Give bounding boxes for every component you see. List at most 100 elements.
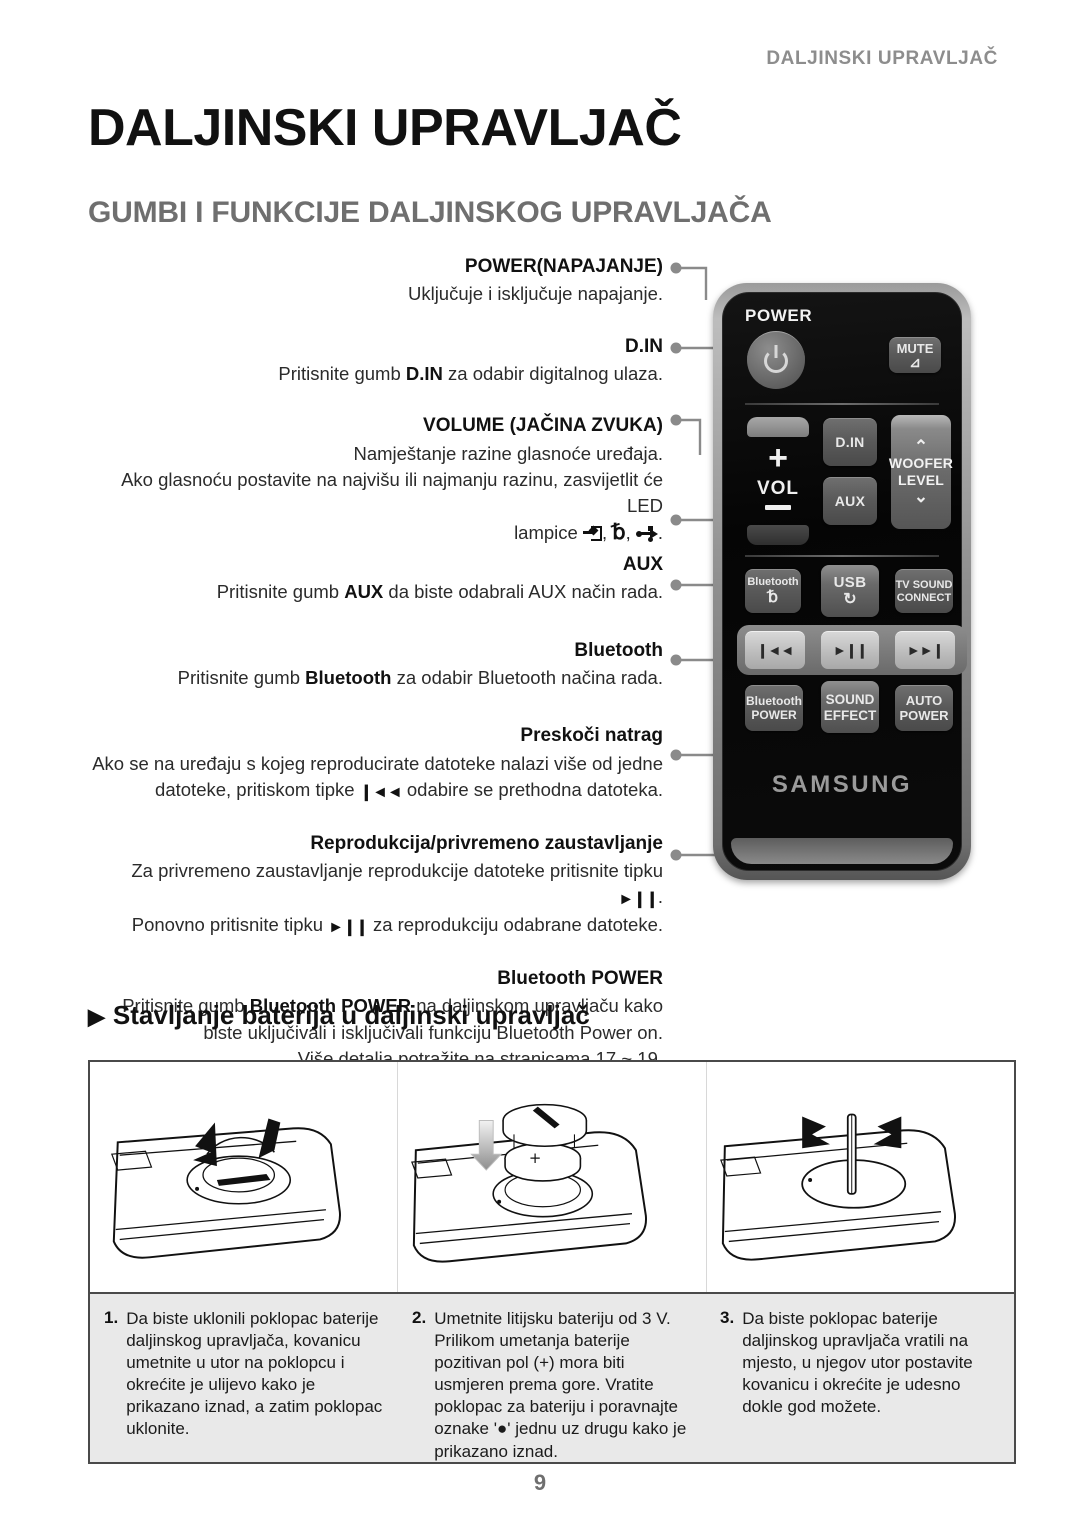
tv-sound-connect-button[interactable]: TV SOUND CONNECT bbox=[895, 569, 953, 613]
volume-rocker[interactable]: + VOL bbox=[747, 417, 809, 545]
callout-volume-line3-post: . bbox=[657, 521, 663, 543]
volume-plus-icon: + bbox=[768, 439, 788, 477]
divider-top bbox=[745, 403, 939, 405]
power-label: POWER bbox=[745, 306, 813, 325]
bluetooth-power-line2: POWER bbox=[751, 707, 797, 722]
battery-step-1-text: Da biste uklonili poklopac baterije dalj… bbox=[126, 1309, 383, 1439]
page-number: 9 bbox=[533, 1470, 547, 1495]
power-button[interactable] bbox=[747, 331, 805, 389]
battery-step-3-number: 3. bbox=[720, 1308, 735, 1327]
divider-bottom bbox=[745, 555, 939, 557]
remote-control-image: POWER MUTE ⊿ + VOL D.IN AUX ⌃ WOOFER LEV… bbox=[713, 283, 971, 880]
callout-list: POWER(NAPAJANJE) Uključuje i isključuje … bbox=[88, 252, 663, 1076]
callout-skip-back-title: Preskoči natrag bbox=[520, 725, 663, 747]
callout-bluetooth-power-title: Bluetooth POWER bbox=[497, 967, 663, 989]
skip-back-glyph-icon: ❙◄◄ bbox=[359, 784, 403, 802]
mute-icon: ⊿ bbox=[909, 354, 921, 370]
skip-back-icon: ❙◄◄ bbox=[756, 642, 794, 659]
callout-volume-line1: Namještanje razine glasnoće uređaja. bbox=[353, 442, 663, 464]
bullet-triangle-icon: ▶ bbox=[88, 1004, 105, 1029]
battery-step-1-number: 1. bbox=[104, 1308, 119, 1327]
callout-aux-title: AUX bbox=[622, 553, 663, 575]
callout-volume-line2: Ako glasnoću postavite na najvišu ili na… bbox=[121, 469, 663, 517]
sound-effect-line2: EFFECT bbox=[823, 707, 877, 723]
bluetooth-power-line1: Bluetooth bbox=[746, 693, 802, 708]
remote-bottom-bezel bbox=[731, 838, 953, 864]
callout-skip-back-line2: datoteke, pritiskom tipke ❙◄◄ odabire se… bbox=[88, 777, 663, 805]
battery-steps: 1. Da biste uklonili poklopac baterije d… bbox=[88, 1292, 1016, 1464]
battery-step-1: 1. Da biste uklonili poklopac baterije d… bbox=[90, 1294, 398, 1462]
callout-aux-desc: Pritisnite gumb AUX da biste odabrali AU… bbox=[88, 579, 663, 605]
bluetooth-button[interactable]: Bluetooth ␢ bbox=[745, 569, 801, 613]
callout-play-pause-line1-post: . bbox=[657, 886, 663, 908]
samsung-logo: SAMSUNG bbox=[771, 771, 913, 798]
callout-bluetooth-desc-post: za odabir Bluetooth načina rada. bbox=[391, 667, 663, 689]
skip-forward-button[interactable]: ►►❙ bbox=[895, 631, 955, 669]
skip-forward-icon: ►►❙ bbox=[906, 642, 944, 659]
battery-figure-1 bbox=[90, 1062, 397, 1292]
tv-sound-line2: CONNECT bbox=[896, 591, 952, 604]
woofer-level-button[interactable]: ⌃ WOOFER LEVEL ⌄ bbox=[888, 415, 954, 529]
callout-skip-back-line2-post: odabire se prethodna datoteka. bbox=[401, 779, 663, 801]
callout-volume-line3: lampice , ␢, . bbox=[514, 520, 663, 544]
usb-button-label: USB bbox=[833, 573, 867, 591]
callout-power-title: POWER(NAPAJANJE) bbox=[464, 256, 663, 277]
din-button[interactable]: D.IN bbox=[823, 418, 877, 466]
skip-back-button[interactable]: ❙◄◄ bbox=[745, 631, 805, 669]
battery-figure-3-art bbox=[719, 1113, 956, 1261]
callout-bluetooth-title: Bluetooth bbox=[574, 639, 663, 661]
callout-bluetooth-desc: Pritisnite gumb Bluetooth za odabir Blue… bbox=[88, 665, 663, 691]
callout-play-pause-line1: Za privremeno zaustavljanje reprodukcije… bbox=[88, 858, 663, 912]
callout-din-title: D.IN bbox=[625, 335, 663, 357]
usb-button[interactable]: USB ↻ bbox=[821, 565, 879, 617]
auto-power-button[interactable]: AUTO POWER bbox=[895, 685, 953, 731]
d-in-led-icon bbox=[582, 525, 602, 541]
callout-aux-desc-pre: Pritisnite gumb bbox=[216, 581, 345, 603]
battery-figure-1-art bbox=[110, 1118, 341, 1259]
volume-minus-icon bbox=[765, 505, 791, 510]
callout-volume-title: VOLUME (JAČINA ZVUKA) bbox=[423, 415, 663, 437]
battery-section-heading: ▶ Stavljanje baterija u daljinski upravlj… bbox=[88, 1000, 590, 1031]
callout-bluetooth-desc-pre: Pritisnite gumb bbox=[177, 667, 306, 689]
running-header: DALJINSKI UPRAVLJAČ bbox=[766, 48, 998, 69]
woofer-label-line2: LEVEL bbox=[897, 472, 945, 488]
callout-din-desc: Pritisnite gumb D.IN za odabir digitalno… bbox=[88, 361, 663, 387]
battery-step-2: 2. Umetnite litijsku bateriju od 3 V. Pr… bbox=[398, 1294, 706, 1462]
callout-bluetooth: Bluetooth Pritisnite gumb Bluetooth za o… bbox=[88, 636, 663, 692]
remote-face: POWER MUTE ⊿ + VOL D.IN AUX ⌃ WOOFER LEV… bbox=[722, 292, 967, 871]
auto-power-line1: AUTO bbox=[905, 692, 943, 708]
volume-up-button[interactable] bbox=[747, 417, 809, 437]
sound-effect-button[interactable]: SOUND EFFECT bbox=[821, 681, 879, 733]
mute-button[interactable]: MUTE ⊿ bbox=[889, 337, 941, 373]
callout-power-desc: Uključuje i isključuje napajanje. bbox=[407, 283, 663, 305]
callout-play-pause-line2-post: za reprodukciju odabrane datoteke. bbox=[367, 914, 663, 936]
woofer-label-line1: WOOFER bbox=[888, 454, 954, 471]
callout-volume-line3-pre: lampice bbox=[514, 521, 583, 543]
callout-play-pause-line2-pre: Ponovno pritisnite tipku bbox=[131, 914, 329, 936]
sound-effect-line1: SOUND bbox=[825, 692, 875, 708]
auto-power-line2: POWER bbox=[899, 707, 949, 723]
callout-aux: AUX Pritisnite gumb AUX da biste odabral… bbox=[88, 550, 663, 606]
bluetooth-led-icon: ␢ bbox=[612, 520, 626, 544]
battery-section-heading-text: Stavljanje baterija u daljinski upravlja… bbox=[112, 1000, 590, 1030]
woofer-up-icon[interactable]: ⌃ bbox=[914, 439, 928, 456]
play-pause-icon: ►❙❙ bbox=[832, 642, 868, 659]
play-pause-glyph-icon-a: ►❙❙ bbox=[618, 891, 659, 909]
woofer-down-icon[interactable]: ⌄ bbox=[914, 488, 928, 505]
battery-illustrations: + bbox=[88, 1060, 1016, 1292]
aux-button[interactable]: AUX bbox=[823, 477, 877, 525]
callout-skip-back-line1: Ako se na uređaju s kojeg reproducirate … bbox=[92, 752, 663, 774]
usb-led-icon bbox=[635, 525, 658, 542]
battery-step-2-text: Umetnite litijsku bateriju od 3 V. Prili… bbox=[434, 1309, 687, 1461]
volume-label: VOL bbox=[756, 478, 800, 499]
volume-down-button[interactable] bbox=[747, 525, 809, 545]
repeat-icon: ↻ bbox=[843, 591, 857, 609]
battery-figure-3 bbox=[705, 1062, 1014, 1292]
bluetooth-power-button[interactable]: Bluetooth POWER bbox=[745, 685, 803, 731]
callout-skip-back: Preskoči natrag Ako se na uređaju s koje… bbox=[88, 721, 663, 804]
callout-play-pause-title: Reprodukcija/privremeno zaustavljanje bbox=[310, 832, 663, 854]
play-pause-button[interactable]: ►❙❙ bbox=[821, 631, 879, 669]
callout-power: POWER(NAPAJANJE) Uključuje i isključuje … bbox=[88, 252, 663, 308]
battery-figure-2: + bbox=[397, 1062, 705, 1292]
tv-sound-line1: TV SOUND bbox=[895, 579, 953, 592]
